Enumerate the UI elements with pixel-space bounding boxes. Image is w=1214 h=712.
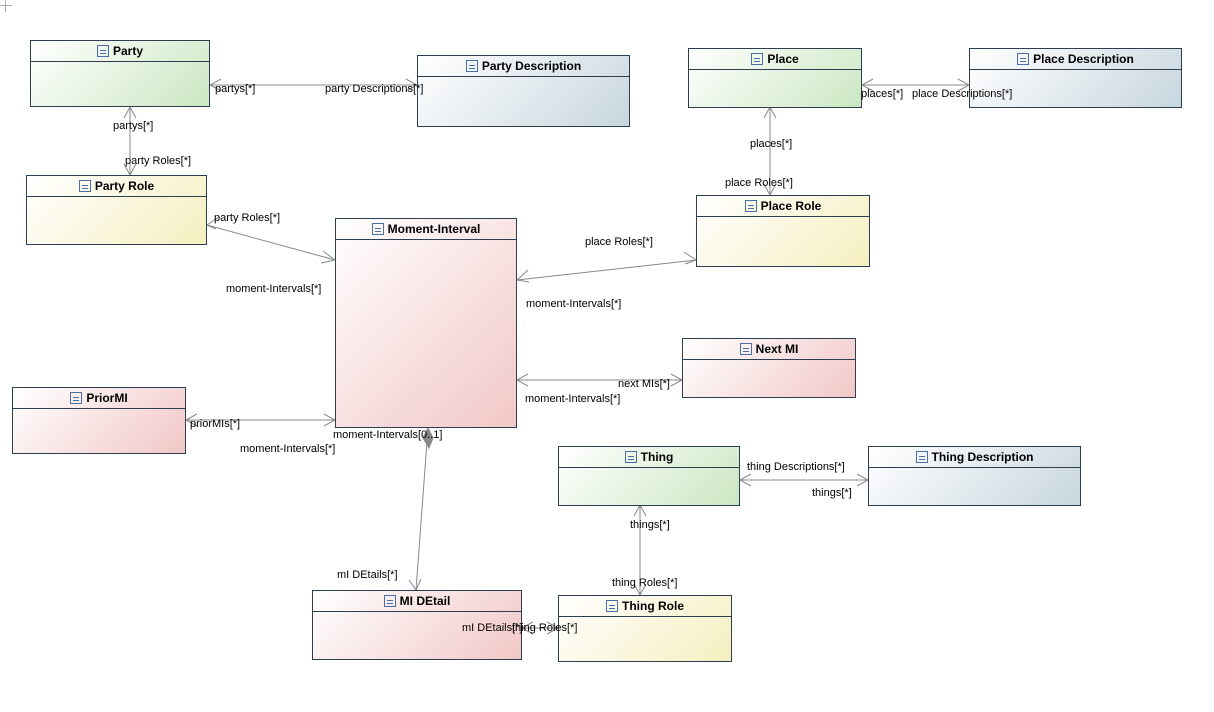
class-thing[interactable]: Thing [558,446,740,506]
class-icon [916,451,928,463]
class-icon [97,45,109,57]
class-icon [751,53,763,65]
assoc-label: place Roles[*] [725,177,793,189]
diagram-canvas[interactable]: Party Party Description Party Role Place… [0,0,1214,712]
assoc-label: things[*] [812,487,852,499]
class-icon [1017,53,1029,65]
assoc-label: moment-Intervals[0..1] [333,429,442,441]
assoc-label: places[*] [750,138,792,150]
class-next-mi[interactable]: Next MI [682,338,856,398]
class-title: MI DEtail [400,594,451,608]
class-party-role[interactable]: Party Role [26,175,207,245]
class-title: Place [767,52,798,66]
class-thing-description[interactable]: Thing Description [868,446,1081,506]
assoc-label: moment-Intervals[*] [240,443,335,455]
assoc-label: thing Roles[*] [612,577,677,589]
class-icon [740,343,752,355]
assoc-label: moment-Intervals[*] [525,393,620,405]
class-icon [384,595,396,607]
assoc-label: party Descriptions[*] [325,83,423,95]
move-handle-icon[interactable] [2,2,10,10]
class-party-description[interactable]: Party Description [417,55,630,127]
class-title: Thing [641,450,674,464]
class-icon [466,60,478,72]
class-thing-role[interactable]: Thing Role [558,595,732,662]
class-icon [745,200,757,212]
class-moment-interval[interactable]: Moment-Interval [335,218,517,428]
assoc-label: place Roles[*] [585,236,653,248]
assoc-label: partys[*] [215,83,255,95]
assoc-label: thing Roles[*] [512,622,577,634]
class-title: Moment-Interval [388,222,481,236]
class-title: Party Description [482,59,581,73]
assoc-label: mI DEtails[*] [337,569,398,581]
class-title: Party [113,44,143,58]
class-title: Next MI [756,342,799,356]
class-title: PriorMI [86,391,127,405]
assoc-label: place Descriptions[*] [912,88,1012,100]
class-place-role[interactable]: Place Role [696,195,870,267]
class-icon [606,600,618,612]
assoc-label: party Roles[*] [214,212,280,224]
class-prior-mi[interactable]: PriorMI [12,387,186,454]
assoc-label: partys[*] [113,120,153,132]
class-place[interactable]: Place [688,48,862,108]
class-icon [79,180,91,192]
class-title: Place Role [761,199,822,213]
assoc-label: priorMIs[*] [190,418,240,430]
class-title: Thing Role [622,599,684,613]
assoc-label: moment-Intervals[*] [226,283,321,295]
class-title: Place Description [1033,52,1134,66]
assoc-label: moment-Intervals[*] [526,298,621,310]
assoc-label: party Roles[*] [125,155,191,167]
class-icon [625,451,637,463]
class-title: Party Role [95,179,154,193]
assoc-label: thing Descriptions[*] [747,461,845,473]
class-party[interactable]: Party [30,40,210,107]
class-icon [70,392,82,404]
assoc-label: next MIs[*] [618,378,670,390]
class-title: Thing Description [932,450,1034,464]
assoc-label: things[*] [630,519,670,531]
assoc-label: places[*] [861,88,903,100]
class-icon [372,223,384,235]
